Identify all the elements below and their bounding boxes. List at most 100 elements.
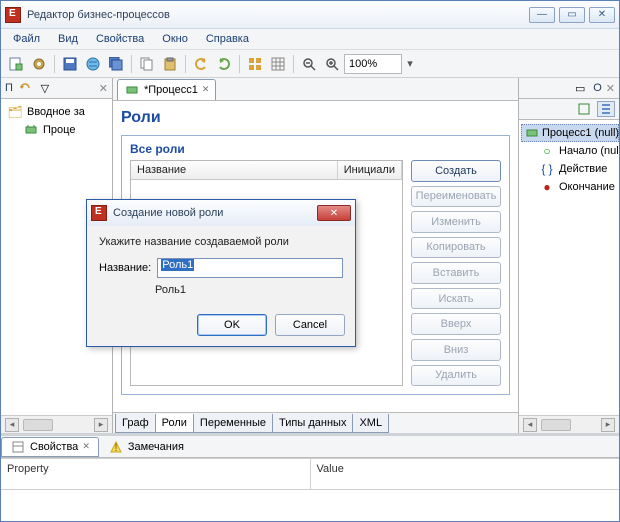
col-name[interactable]: Название (131, 161, 338, 179)
undo-icon[interactable] (190, 53, 212, 75)
tree-root[interactable]: 🗂 Вводное за (3, 103, 112, 121)
tab-process1[interactable]: *Процесс1 ✕ (117, 79, 216, 100)
maximize-button[interactable]: ▭ (559, 7, 585, 23)
zoom-out-icon[interactable] (298, 53, 320, 75)
bp-tab-label: Свойства (30, 441, 78, 453)
scroll-thumb[interactable] (23, 419, 53, 431)
minimize-button[interactable]: — (529, 7, 555, 23)
copy-button[interactable]: Копировать (411, 237, 501, 259)
action-node-icon: { } (539, 161, 555, 177)
folder-icon: 🗂 (7, 104, 23, 120)
save-all-icon[interactable] (105, 53, 127, 75)
globe-icon[interactable] (82, 53, 104, 75)
delete-button[interactable]: Удалить (411, 365, 501, 387)
paste-icon[interactable] (159, 53, 181, 75)
new-icon[interactable] (5, 53, 27, 75)
zoom-combo[interactable]: 100% (344, 54, 402, 74)
role-name-input[interactable]: Роль1 (157, 258, 343, 278)
save-icon[interactable] (59, 53, 81, 75)
outline-view1-icon[interactable] (575, 101, 593, 117)
rename-button[interactable]: Переименовать (411, 186, 501, 208)
scroll-right-icon[interactable]: ▸ (601, 418, 615, 432)
grid-icon[interactable] (244, 53, 266, 75)
prop-header-property[interactable]: Property (1, 458, 311, 490)
app-icon (5, 7, 21, 23)
outline-item-label: Действие (559, 163, 607, 175)
outline-close-x[interactable]: ✕ (606, 82, 615, 95)
tab-label: *Процесс1 (144, 84, 198, 96)
outline-tree-icon[interactable] (597, 101, 615, 117)
gear-icon[interactable] (28, 53, 50, 75)
dialog-titlebar: Создание новой роли ✕ (87, 200, 355, 226)
scroll-thumb[interactable] (541, 419, 571, 431)
outline-item-action[interactable]: { } Действие (521, 160, 619, 178)
bp-tab-close-icon[interactable]: ✕ (82, 441, 90, 452)
outline-root-label: Процесс1 (null) (542, 127, 619, 139)
process-node-icon (23, 122, 39, 138)
zoom-in-icon[interactable] (321, 53, 343, 75)
zoom-dropdown-icon[interactable]: ▾ (403, 54, 417, 74)
tab-graph[interactable]: Граф (115, 414, 156, 433)
edit-button[interactable]: Изменить (411, 211, 501, 233)
tree-item-process[interactable]: Проце (3, 121, 112, 139)
outline-item-label: Начало (nul (559, 145, 619, 157)
down-button[interactable]: Вниз (411, 339, 501, 361)
menu-file[interactable]: Файл (5, 31, 48, 47)
copy-icon[interactable] (136, 53, 158, 75)
bp-tab-problems[interactable]: ! Замечания (99, 437, 193, 457)
app-window: Редактор бизнес-процессов — ▭ ✕ Файл Вид… (0, 0, 620, 522)
h-scrollbar[interactable]: ◂ ▸ (519, 415, 619, 433)
outline-root[interactable]: Процесс1 (null) (521, 124, 619, 142)
outline-item-start[interactable]: ○ Начало (nul (521, 142, 619, 160)
paste-button[interactable]: Вставить (411, 262, 501, 284)
up-button[interactable]: Вверх (411, 313, 501, 335)
view-close-x[interactable]: ✕ (99, 82, 108, 95)
warning-icon: ! (108, 439, 124, 455)
end-node-icon: ● (539, 179, 555, 195)
scroll-left-icon[interactable]: ◂ (5, 418, 19, 432)
outline-thumb-icon[interactable]: ▭ (571, 80, 589, 96)
find-button[interactable]: Искать (411, 288, 501, 310)
redo-icon[interactable] (213, 53, 235, 75)
tab-roles[interactable]: Роли (155, 414, 194, 433)
tab-close-icon[interactable]: ✕ (202, 84, 210, 95)
tab-types[interactable]: Типы данных (272, 414, 353, 433)
bottom-panel: Свойства ✕ ! Замечания Property Value (1, 433, 619, 521)
prop-header-value[interactable]: Value (311, 458, 620, 490)
menu-help[interactable]: Справка (198, 31, 257, 47)
menu-view[interactable]: Вид (50, 31, 86, 47)
app-icon (91, 205, 107, 221)
h-scrollbar[interactable]: ◂ ▸ (1, 415, 112, 433)
create-button[interactable]: Создать (411, 160, 501, 182)
section-title: Роли (121, 109, 510, 127)
panel-sync-icon[interactable] (17, 80, 33, 96)
grid2-icon[interactable] (267, 53, 289, 75)
scroll-left-icon[interactable]: ◂ (523, 418, 537, 432)
ok-button[interactable]: OK (197, 314, 267, 336)
tab-xml[interactable]: XML (352, 414, 389, 433)
collapse-icon[interactable]: ▽ (37, 80, 53, 96)
subsection-title: Все роли (122, 136, 509, 158)
tree-root-label: Вводное за (27, 106, 85, 118)
new-role-dialog: Создание новой роли ✕ Укажите название с… (86, 199, 356, 347)
bp-tab-label: Замечания (128, 441, 184, 453)
close-button[interactable]: ✕ (589, 7, 615, 23)
bp-tab-properties[interactable]: Свойства ✕ (1, 437, 99, 457)
window-title: Редактор бизнес-процессов (27, 9, 529, 21)
cancel-button[interactable]: Cancel (275, 314, 345, 336)
col-initials[interactable]: Инициали (338, 161, 402, 179)
outline-panel: ▭ О ✕ Процесс1 (null) ○ Начало (nul { } (519, 78, 619, 433)
outline-tree[interactable]: Процесс1 (null) ○ Начало (nul { } Действ… (519, 120, 619, 415)
menubar: Файл Вид Свойства Окно Справка (1, 29, 619, 50)
process-node-icon (124, 82, 140, 98)
existing-name: Роль1 (155, 284, 186, 296)
dialog-close-button[interactable]: ✕ (317, 205, 351, 221)
process-node-icon (526, 125, 538, 141)
outline-label: О (593, 82, 602, 94)
tab-variables[interactable]: Переменные (193, 414, 273, 433)
menu-properties[interactable]: Свойства (88, 31, 152, 47)
menu-window[interactable]: Окно (154, 31, 196, 47)
field-label: Название: (99, 262, 151, 274)
scroll-right-icon[interactable]: ▸ (94, 418, 108, 432)
outline-item-end[interactable]: ● Окончание (521, 178, 619, 196)
